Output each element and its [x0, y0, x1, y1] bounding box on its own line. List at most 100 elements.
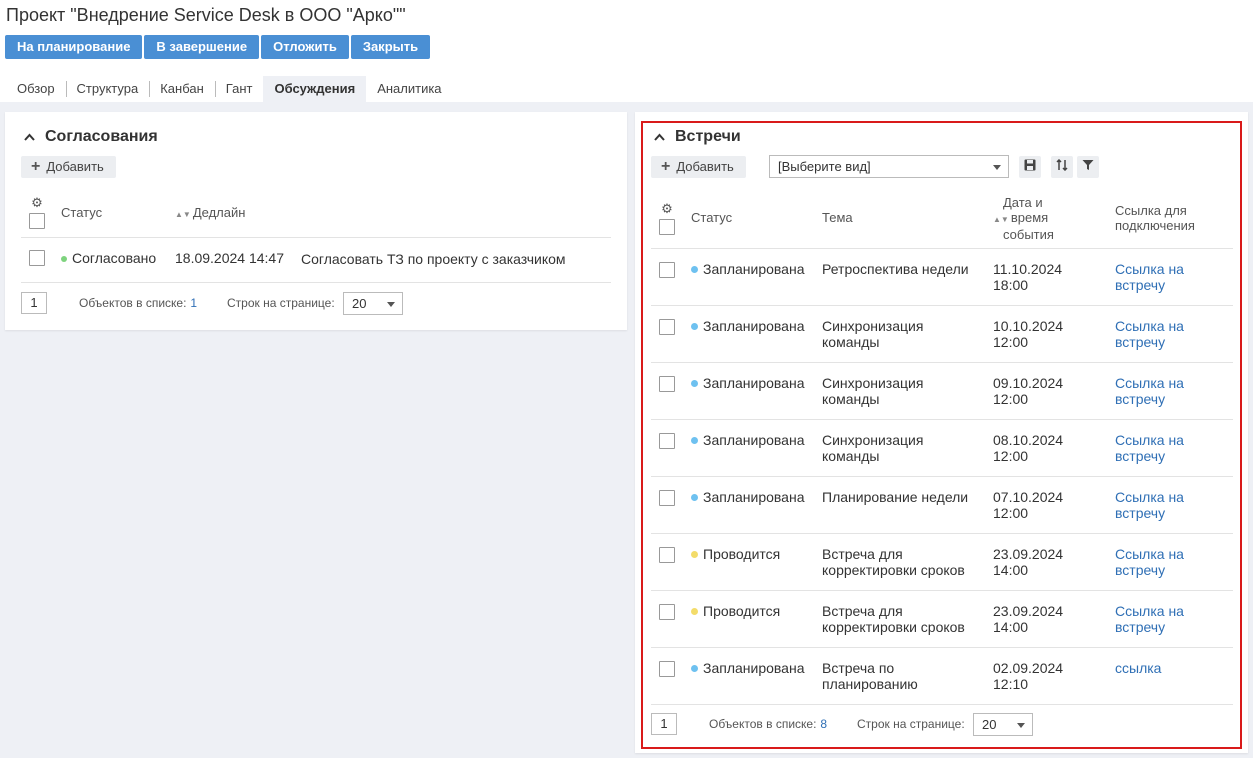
rows-per-page-label: Строк на странице:: [227, 296, 335, 310]
tab-gantt[interactable]: Гант: [214, 76, 264, 102]
topic-line1: Ретроспектива недели: [822, 261, 969, 277]
row-checkbox[interactable]: [29, 250, 45, 266]
status-cell: Согласовано: [61, 250, 156, 266]
meeting-link[interactable]: Ссылка на встречу: [1115, 489, 1184, 521]
view-select[interactable]: [Выберите вид]: [769, 155, 1009, 178]
link-line1: Ссылка на: [1115, 546, 1184, 562]
save-icon: [1024, 158, 1036, 176]
status-cell: Запланирована: [691, 375, 805, 391]
meeting-link[interactable]: ссылка: [1115, 660, 1161, 676]
status-text: Запланирована: [703, 375, 805, 391]
chevron-up-icon[interactable]: [23, 130, 35, 144]
row-divider: [651, 305, 1233, 306]
topic-line1: Встреча для: [822, 603, 903, 619]
status-cell: Запланирована: [691, 432, 805, 448]
row-checkbox[interactable]: [659, 490, 675, 506]
row-divider: [651, 590, 1233, 591]
status-text: Запланирована: [703, 660, 805, 676]
status-text: Запланирована: [703, 318, 805, 334]
filter-icon: [1082, 158, 1094, 176]
row-checkbox[interactable]: [659, 604, 675, 620]
row-checkbox[interactable]: [659, 319, 675, 335]
status-dot: [691, 551, 698, 558]
meetings-add-button[interactable]: + Добавить: [651, 156, 746, 178]
tab-kanban[interactable]: Канбан: [149, 76, 215, 102]
status-dot: [691, 608, 698, 615]
row-checkbox[interactable]: [659, 661, 675, 677]
row-divider: [651, 533, 1233, 534]
topic-cell: Встреча по планированию: [822, 660, 918, 692]
link-line2: встречу: [1115, 334, 1166, 350]
chevron-up-icon[interactable]: [653, 130, 665, 144]
filter-button[interactable]: [1077, 156, 1099, 178]
to-completion-button[interactable]: В завершение: [144, 35, 260, 59]
topic-line2: корректировки сроков: [822, 562, 965, 578]
topic-line1: Синхронизация: [822, 375, 924, 391]
date-text: 08.10.2024: [993, 432, 1064, 448]
link-line1: Ссылка на: [1115, 432, 1184, 448]
page-number[interactable]: 1: [21, 292, 47, 314]
row-divider: [21, 282, 611, 283]
column-datetime-line3: события: [1003, 227, 1054, 242]
column-status[interactable]: Статус: [691, 210, 732, 225]
tab-bar: Обзор Структура Канбан Гант Обсуждения А…: [6, 76, 453, 102]
gear-icon[interactable]: ⚙: [29, 196, 45, 209]
status-dot: [691, 437, 698, 444]
topic-line2: команды: [822, 448, 880, 464]
link-line2: встречу: [1115, 391, 1166, 407]
column-link[interactable]: Ссылка для подключения: [1115, 203, 1195, 233]
tab-overview[interactable]: Обзор: [6, 76, 66, 102]
meeting-link[interactable]: Ссылка на встречу: [1115, 603, 1184, 635]
topic-line1: Встреча для: [822, 546, 903, 562]
tab-analytics[interactable]: Аналитика: [366, 76, 452, 102]
meeting-link[interactable]: Ссылка на встречу: [1115, 261, 1184, 293]
approvals-add-button[interactable]: + Добавить: [21, 156, 116, 178]
row-checkbox[interactable]: [659, 547, 675, 563]
row-checkbox[interactable]: [659, 262, 675, 278]
save-view-button[interactable]: [1019, 156, 1041, 178]
row-divider: [651, 362, 1233, 363]
to-planning-button[interactable]: На планирование: [5, 35, 143, 59]
row-checkbox[interactable]: [659, 376, 675, 392]
column-link-line1: Ссылка для: [1115, 203, 1187, 218]
datetime-cell: 23.09.2024 14:00: [993, 546, 1063, 578]
select-all-checkbox[interactable]: [659, 219, 675, 235]
status-cell: Запланирована: [691, 261, 805, 277]
approvals-header[interactable]: Согласования: [23, 128, 158, 146]
rows-per-page-label: Строк на странице:: [857, 717, 965, 731]
column-status[interactable]: Статус: [61, 205, 102, 220]
header-divider: [21, 237, 611, 238]
meeting-link[interactable]: Ссылка на встречу: [1115, 318, 1184, 350]
rows-per-page-select[interactable]: 20: [973, 713, 1033, 736]
row-checkbox[interactable]: [659, 433, 675, 449]
column-datetime[interactable]: Дата и ▲▼ время события: [993, 195, 1054, 242]
tab-structure[interactable]: Структура: [65, 76, 150, 102]
topic-line1: Синхронизация: [822, 318, 924, 334]
date-text: 02.09.2024: [993, 660, 1064, 676]
meeting-link[interactable]: Ссылка на встречу: [1115, 432, 1184, 464]
column-deadline-label: Дедлайн: [192, 205, 246, 220]
gear-icon[interactable]: ⚙: [659, 202, 675, 215]
column-datetime-line1: Дата и: [1003, 195, 1043, 210]
time-text: 12:10: [993, 676, 1029, 692]
meeting-link[interactable]: Ссылка на встречу: [1115, 546, 1184, 578]
select-all-checkbox[interactable]: [29, 213, 45, 229]
close-button[interactable]: Закрыть: [350, 35, 431, 59]
tab-discussions[interactable]: Обсуждения: [263, 76, 367, 102]
link-line1: Ссылка на: [1115, 603, 1184, 619]
page-number[interactable]: 1: [651, 713, 677, 735]
meetings-header[interactable]: Встречи: [653, 128, 741, 146]
time-text: 12:00: [993, 505, 1029, 521]
meeting-link[interactable]: Ссылка на встречу: [1115, 375, 1184, 407]
status-cell: Запланирована: [691, 489, 805, 505]
datetime-cell: 11.10.2024 18:00: [993, 261, 1062, 293]
column-topic[interactable]: Тема: [822, 210, 853, 225]
objects-count-label: Объектов в списке:: [709, 717, 817, 731]
sort-button[interactable]: [1051, 156, 1073, 178]
topic-line2: команды: [822, 391, 880, 407]
link-line1: Ссылка на: [1115, 318, 1184, 334]
date-text: 10.10.2024: [993, 318, 1064, 334]
column-deadline[interactable]: ▲▼ Дедлайн: [175, 205, 245, 220]
postpone-button[interactable]: Отложить: [261, 35, 349, 59]
rows-per-page-select[interactable]: 20: [343, 292, 403, 315]
